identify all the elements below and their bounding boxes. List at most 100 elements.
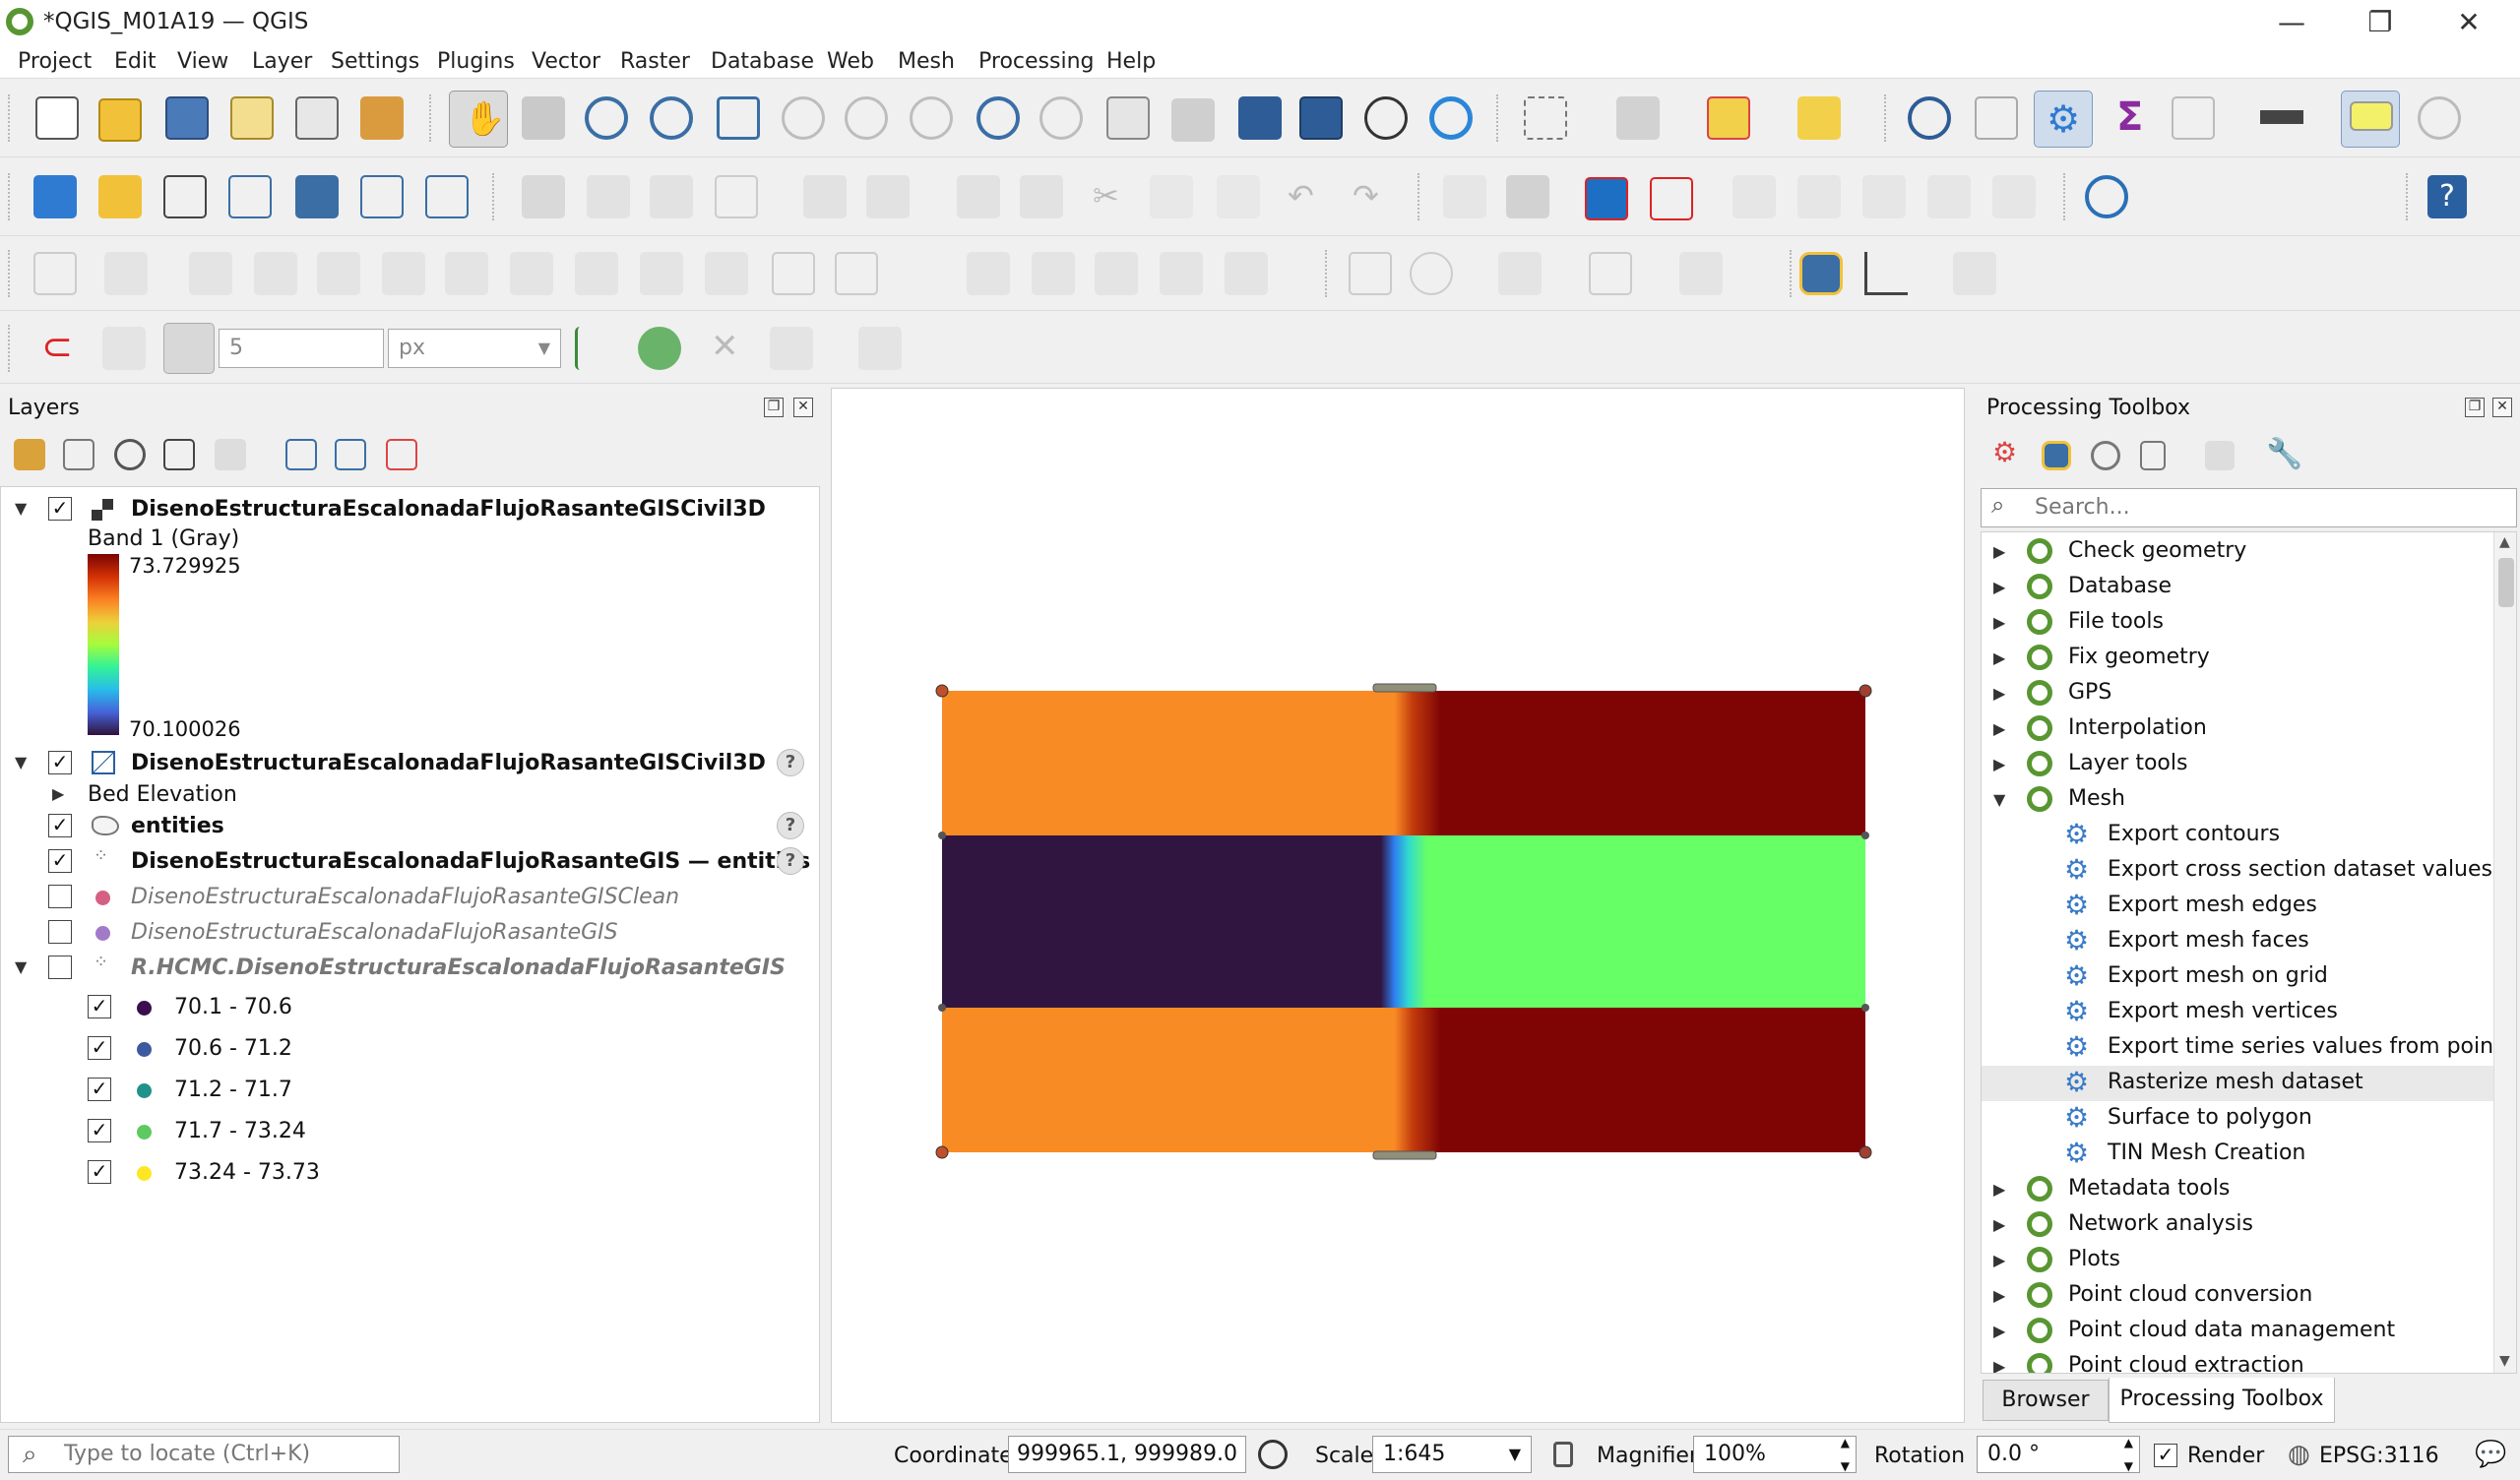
- select-by-expression-icon[interactable]: [1616, 96, 1660, 140]
- history-icon[interactable]: [2091, 441, 2120, 470]
- menu-raster[interactable]: Raster: [620, 49, 690, 74]
- undo-icon[interactable]: ↶: [1282, 175, 1325, 218]
- toolbar-grip[interactable]: [429, 94, 435, 142]
- models-icon[interactable]: ⚙: [1992, 439, 2017, 466]
- simplify-feature-icon[interactable]: [254, 252, 297, 295]
- add-group-icon[interactable]: [63, 439, 94, 470]
- move-label-icon[interactable]: [1862, 175, 1906, 218]
- menu-layer[interactable]: Layer: [252, 49, 312, 74]
- menu-edit[interactable]: Edit: [114, 49, 157, 74]
- toolbox-group[interactable]: ▶ Fix geometry: [1982, 641, 2493, 676]
- filter-by-expression-icon[interactable]: [215, 439, 246, 470]
- zoom-last-icon[interactable]: [976, 96, 1020, 140]
- toolbar-grip[interactable]: [1325, 250, 1331, 297]
- avoid-overlap-icon[interactable]: [638, 327, 681, 370]
- open-attribute-table-icon[interactable]: [2172, 96, 2215, 140]
- pan-to-selection-icon[interactable]: [522, 96, 565, 140]
- toolbox-algorithm-selected[interactable]: ⚙ Rasterize mesh dataset: [1982, 1066, 2493, 1101]
- expand-arrow-icon[interactable]: ▶: [1993, 755, 2005, 773]
- scroll-down-icon[interactable]: ▼: [2499, 1353, 2510, 1369]
- rotate-point-symbols-icon[interactable]: [1032, 252, 1075, 295]
- cut-features-icon[interactable]: ✂: [1087, 175, 1130, 218]
- toggle-editing-icon[interactable]: [587, 175, 630, 218]
- measure-line-icon[interactable]: [2260, 96, 2303, 140]
- legend-class-row[interactable]: ✓ 70.6 - 71.2: [1, 1030, 818, 1066]
- restore-button[interactable]: ❐: [2351, 4, 2410, 41]
- python-console-icon[interactable]: [1799, 252, 1843, 295]
- merge-attributes-icon[interactable]: [967, 252, 1010, 295]
- float-panel-icon[interactable]: ❐: [2465, 398, 2485, 417]
- class-visibility-checkbox[interactable]: ✓: [88, 1036, 111, 1060]
- map-canvas[interactable]: [831, 388, 1965, 1423]
- layer-visibility-checkbox[interactable]: ✓: [48, 814, 72, 837]
- add-delimited-text-icon[interactable]: [228, 175, 272, 218]
- cad-tools-icon[interactable]: [33, 252, 77, 295]
- minimize-button[interactable]: —: [2262, 4, 2321, 41]
- toolbox-algorithm[interactable]: ⚙ Export mesh on grid: [1982, 959, 2493, 995]
- toolbox-group[interactable]: ▶ GPS: [1982, 676, 2493, 711]
- add-part-icon[interactable]: [382, 252, 425, 295]
- float-panel-icon[interactable]: ❐: [764, 398, 784, 417]
- help-contents-icon[interactable]: ?: [2427, 175, 2467, 218]
- toolbox-algorithm[interactable]: ⚙ Export mesh edges: [1982, 889, 2493, 924]
- class-visibility-checkbox[interactable]: ✓: [88, 1078, 111, 1101]
- layer-row-bed-elevation[interactable]: ▶ Bed Elevation: [1, 776, 818, 812]
- open-layer-styling-icon[interactable]: [14, 439, 45, 470]
- toolbox-group[interactable]: ▶ Metadata tools: [1982, 1172, 2493, 1207]
- paste-features-icon[interactable]: [1217, 175, 1260, 218]
- help-icon[interactable]: ?: [777, 749, 804, 776]
- toolbar-grip[interactable]: [8, 250, 14, 297]
- profile-tool-icon[interactable]: [1864, 252, 1908, 295]
- snapping-magnet-icon[interactable]: ⊂: [35, 327, 79, 370]
- processing-toolbox-icon[interactable]: ⚙: [2034, 91, 2093, 148]
- collapse-arrow-icon[interactable]: ▼: [15, 499, 27, 518]
- label-pin-icon[interactable]: [1443, 175, 1486, 218]
- rotation-spinbox[interactable]: 0.0 ° ▲ ▼: [1977, 1436, 2140, 1473]
- expand-arrow-icon[interactable]: ▶: [1993, 1357, 2005, 1373]
- layer-visibility-checkbox[interactable]: ✓: [48, 497, 72, 521]
- collapse-arrow-icon[interactable]: ▼: [15, 957, 27, 976]
- layer-row-entities[interactable]: ✓ entities ?: [1, 808, 818, 843]
- digitize-shape-icon[interactable]: [803, 175, 847, 218]
- layer-visibility-checkbox[interactable]: ✓: [48, 751, 72, 774]
- magnifier-spinbox[interactable]: 100% ▲ ▼: [1693, 1436, 1857, 1473]
- diagram-options-icon[interactable]: [1506, 175, 1549, 218]
- offset-point-symbols-icon[interactable]: [1095, 252, 1138, 295]
- menu-web[interactable]: Web: [827, 49, 874, 74]
- toolbar-grip[interactable]: [2406, 173, 2412, 220]
- add-regular-polygon-icon[interactable]: [1679, 252, 1723, 295]
- toolbox-group[interactable]: ▶ Point cloud extraction: [1982, 1349, 2493, 1373]
- delete-ring-icon[interactable]: [510, 252, 553, 295]
- legend-class-row[interactable]: ✓ 70.1 - 70.6: [1, 989, 818, 1024]
- menu-settings[interactable]: Settings: [331, 49, 419, 74]
- expand-arrow-icon[interactable]: ▶: [1993, 1180, 2005, 1199]
- add-circle-icon[interactable]: [1410, 252, 1453, 295]
- scale-combobox[interactable]: 1:645 ▼: [1372, 1436, 1532, 1473]
- toolbox-group[interactable]: ▶ Layer tools: [1982, 747, 2493, 782]
- menu-vector[interactable]: Vector: [532, 49, 600, 74]
- toolbox-scrollbar[interactable]: ▲ ▼: [2493, 532, 2516, 1373]
- layer-row-mesh[interactable]: ▼ ✓ DisenoEstructuraEscalonadaFlujoRasan…: [1, 745, 818, 780]
- menu-processing[interactable]: Processing: [978, 49, 1094, 74]
- vertex-tool-icon[interactable]: [866, 175, 910, 218]
- scrollbar-thumb[interactable]: [2498, 558, 2514, 607]
- toolbox-algorithm[interactable]: ⚙ Export cross section dataset values o.…: [1982, 853, 2516, 889]
- toolbox-group[interactable]: ▶ Check geometry: [1982, 534, 2493, 570]
- save-project-icon[interactable]: [165, 96, 209, 140]
- close-button[interactable]: ✕: [2439, 4, 2498, 41]
- expand-arrow-icon[interactable]: ▶: [52, 784, 64, 803]
- tab-browser[interactable]: Browser: [1983, 1380, 2109, 1421]
- deselect-features-icon[interactable]: [1707, 96, 1750, 140]
- toolbox-algorithm[interactable]: ⚙ Export contours: [1982, 818, 2493, 853]
- crs-globe-icon[interactable]: ◍: [2288, 1440, 2310, 1469]
- messages-icon[interactable]: 💬: [2475, 1440, 2506, 1469]
- toolbar-grip[interactable]: [8, 325, 14, 372]
- toolbar-grip[interactable]: [1418, 173, 1423, 220]
- legend-class-row[interactable]: ✓ 71.7 - 73.24: [1, 1113, 818, 1148]
- copy-features-icon[interactable]: [1150, 175, 1193, 218]
- toolbar-grip[interactable]: [492, 173, 498, 220]
- split-features-icon[interactable]: [772, 252, 815, 295]
- trim-extend-icon[interactable]: [1160, 252, 1203, 295]
- zoom-out-icon[interactable]: [650, 96, 693, 140]
- new-print-layout-icon[interactable]: [230, 96, 274, 140]
